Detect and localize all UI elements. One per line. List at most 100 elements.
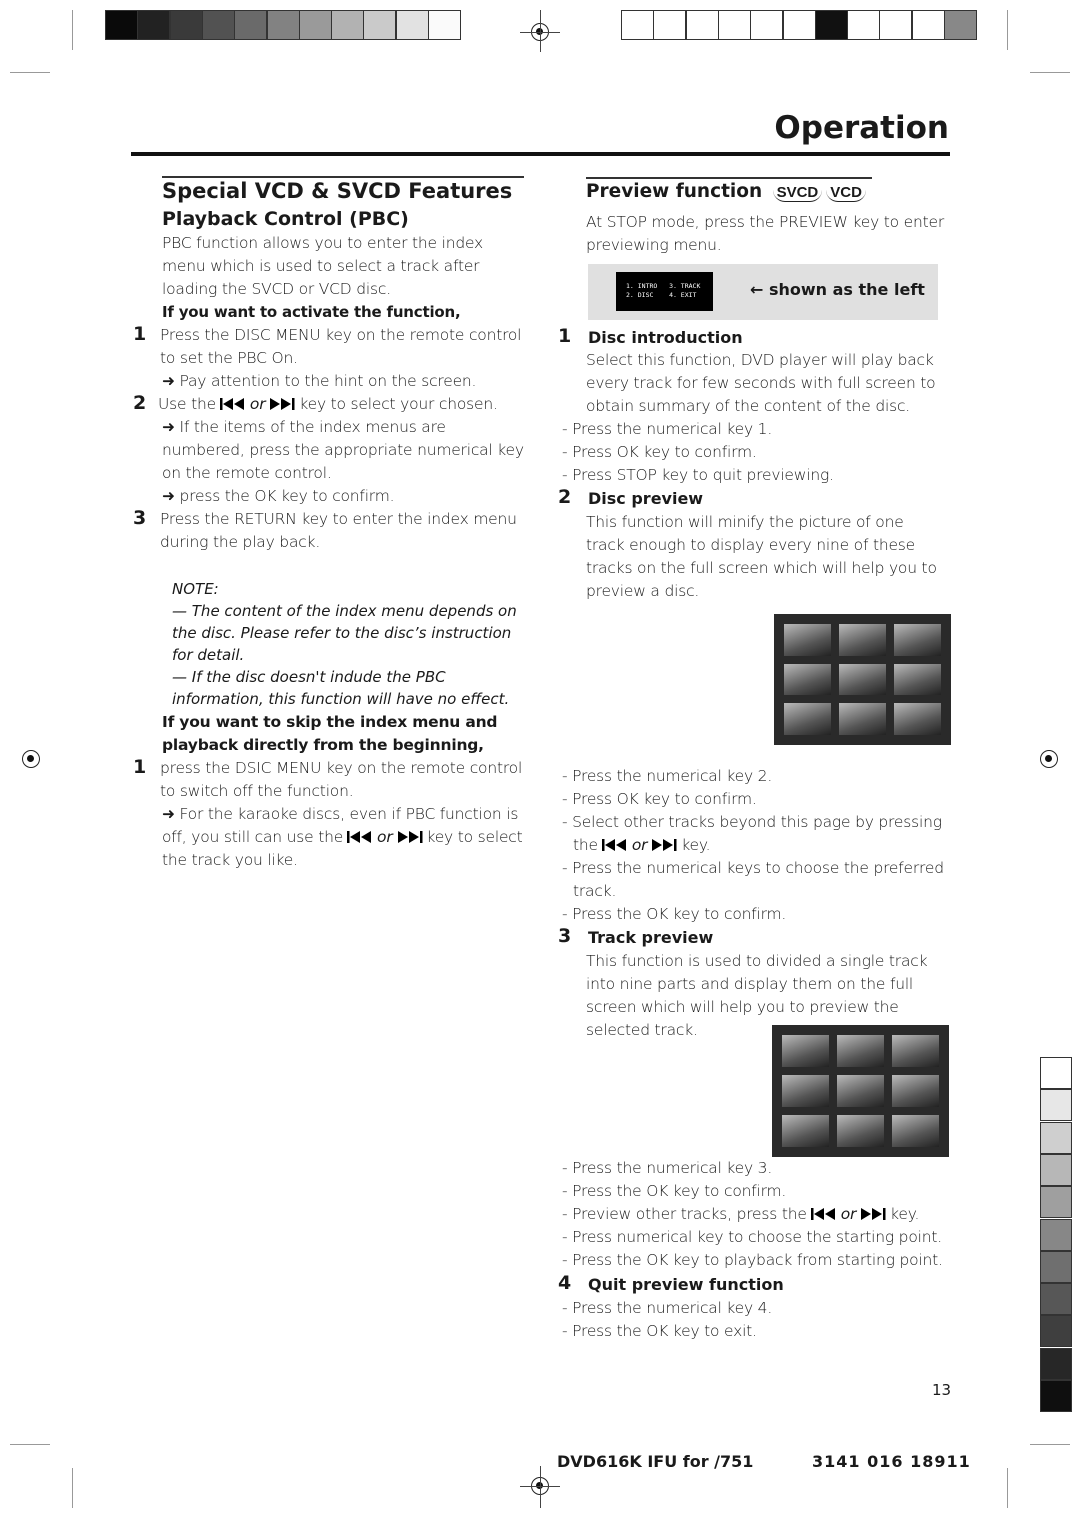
color-swatch [911,10,945,40]
footer-code: 3141 016 18911 [812,1452,971,1471]
color-swatch [685,10,719,40]
color-swatch [428,10,461,40]
instruction-list: - Press the numerical key 4. - Press the … [562,1299,773,1340]
crop-mark [10,72,50,73]
color-swatch [621,10,654,40]
color-swatch [1040,1283,1072,1316]
step-text: Use the or key to select your chosen. [158,395,498,413]
step-number: 1 [558,325,572,347]
step-text: Select this function, DVD player will pl… [586,351,936,415]
previous-track-icon [601,839,626,851]
activate-heading: If you want to activate the function, [162,303,461,321]
step-title: Disc preview [588,489,704,508]
color-swatch [717,10,751,40]
arrow-icon: ➜ [162,418,180,436]
crop-mark [1007,10,1008,50]
crop-mark [540,10,541,52]
color-swatch [847,10,881,40]
crop-mark [1030,72,1070,73]
registration-mark-icon [22,750,40,768]
next-track-icon [270,398,295,410]
next-track-icon [397,831,422,843]
step-text: Press the RETURN key to enter the index … [160,510,517,551]
crop-mark [72,10,73,50]
step-number: 1 [133,323,147,345]
next-track-icon [652,839,677,851]
color-swatch [879,10,913,40]
menu-example-panel: 1. INTRO 3. TRACK 2. DISC 4. EXIT ← show… [588,264,938,320]
vcd-logo: VCD [826,184,866,202]
menu-screen: 1. INTRO 3. TRACK 2. DISC 4. EXIT [616,272,713,311]
arrow-icon: ➜ [162,805,180,823]
step-number: 1 [133,756,147,778]
hint: ➜ If the items of the index menus are nu… [162,418,524,482]
color-swatch [1040,1347,1072,1380]
preview-title: Preview function SVCD VCD [586,181,866,202]
hint: ➜ For the karaoke discs, even if PBC fun… [162,805,523,869]
color-swatch [653,10,687,40]
step-title: Quit preview function [588,1275,784,1294]
step-text: This function will minify the picture of… [586,513,937,600]
color-swatch [331,10,365,40]
page-title: Operation [774,110,949,146]
color-swatch [1040,1380,1072,1412]
color-swatch [1040,1089,1072,1122]
crop-mark [1030,1444,1070,1445]
subtitle: Playback Control (PBC) [162,208,409,230]
previous-track-icon [810,1208,835,1220]
color-swatch [137,10,171,40]
skip-heading: If you want to skip the index menu and p… [162,713,498,754]
color-swatch [234,10,268,40]
color-swatch [1040,1218,1072,1251]
shown-label: ← shown as the left [750,280,925,299]
color-swatch [944,10,977,40]
manual-page: Operation Special VCD & SVCD Features Pl… [0,0,1080,1518]
page-number: 13 [932,1381,952,1399]
color-swatch [201,10,235,40]
instruction-list: - Press the numerical key 2. - Press OK k… [562,767,944,923]
step-number: 2 [558,486,572,508]
color-swatch [169,10,203,40]
note: NOTE: — The content of the index menu de… [172,578,532,710]
color-swatch [1040,1153,1072,1186]
note-item: — The content of the index menu depends … [172,602,517,664]
section-rule [162,176,524,178]
section-title: Special VCD & SVCD Features [162,179,513,203]
step-number: 3 [558,925,572,947]
step-title: Disc introduction [588,328,743,347]
color-swatch [1040,1315,1072,1348]
title-rule [131,152,950,156]
color-swatch [782,10,816,40]
color-swatch [1040,1057,1072,1089]
preview-intro: At STOP mode, press the PREVIEW key to e… [586,213,945,254]
color-swatch [298,10,332,40]
color-swatch [814,10,848,40]
disc-preview-image [774,614,951,745]
color-swatch [1040,1186,1072,1219]
crop-mark [72,1468,73,1508]
arrow-icon: ➜ [162,487,180,505]
color-swatch [363,10,397,40]
previous-track-icon [219,398,244,410]
hint: ➜ press the OK key to confirm. [162,487,395,505]
crop-mark [1007,1468,1008,1508]
step-number: 2 [133,392,147,414]
footer-model: DVD616K IFU for /751 [557,1452,754,1471]
note-label: NOTE: [172,580,219,598]
registration-mark-icon [1040,750,1058,768]
color-swatch [266,10,300,40]
color-swatch [1040,1250,1072,1283]
step-text: press the DSIC MENU key on the remote co… [160,759,523,800]
color-swatch [750,10,784,40]
note-item: — If the disc doesn't indude the PBC inf… [172,668,510,708]
crop-mark [10,1444,50,1445]
svcd-logo: SVCD [772,184,823,202]
intro-text: PBC function allows you to enter the ind… [162,234,484,298]
step-title: Track preview [588,928,714,947]
hint: ➜ Pay attention to the hint on the scree… [162,372,477,390]
instruction-list: - Press the numerical key 1. - Press OK k… [562,420,834,484]
color-swatch [105,10,138,40]
section-rule [586,177,872,179]
track-preview-image [772,1025,949,1157]
color-swatch [1040,1121,1072,1154]
